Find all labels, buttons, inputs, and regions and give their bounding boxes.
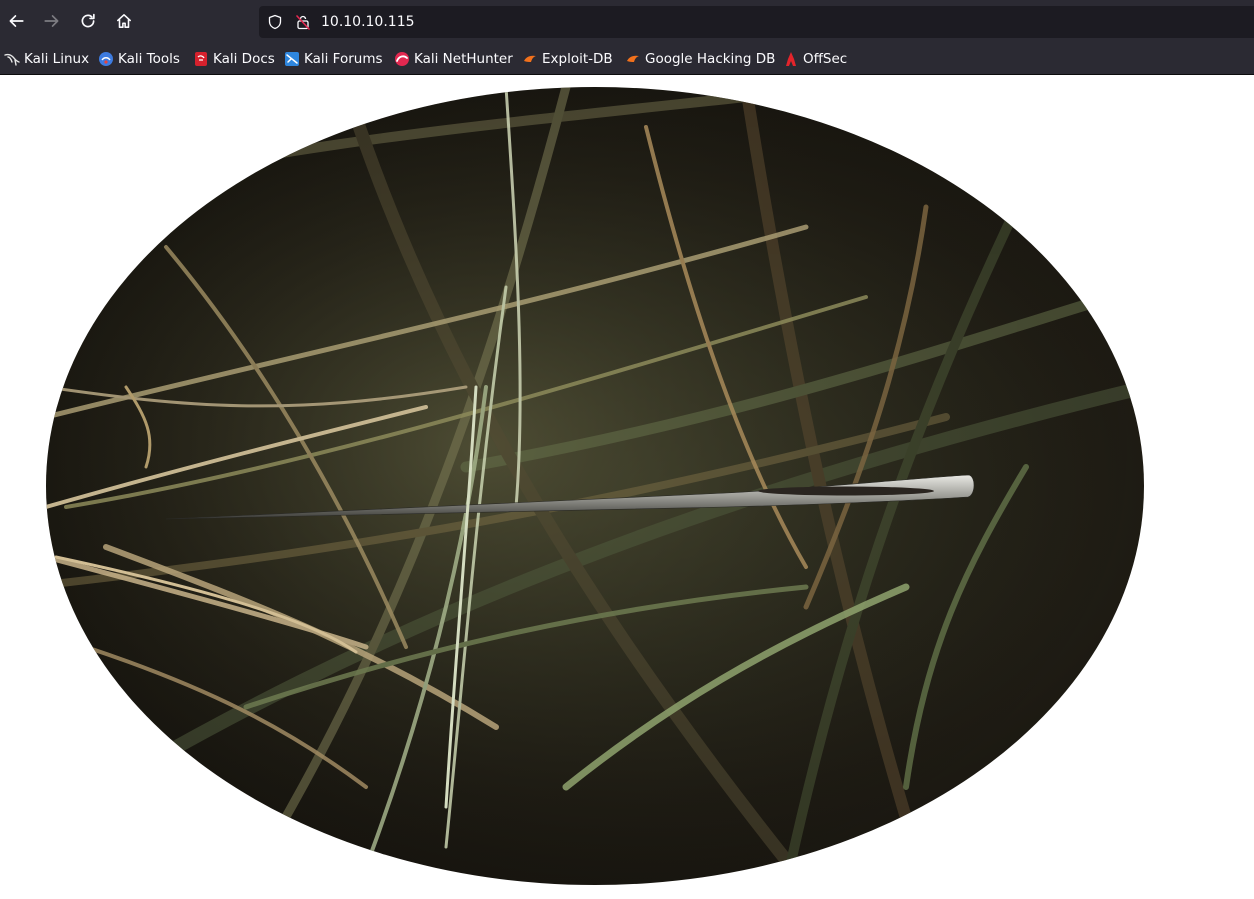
arrow-left-icon [9, 15, 24, 27]
page-content [0, 75, 1254, 899]
bookmark-kali-linux[interactable]: Kali Linux [4, 48, 89, 70]
bookmark-kali-nethunter[interactable]: Kali NetHunter [394, 48, 513, 70]
home-button[interactable] [110, 7, 138, 35]
bookmarks-bar: Kali Linux Kali Tools Kali Docs Kali For… [0, 42, 1254, 75]
kali-dragon-icon [4, 53, 20, 66]
kali-docs-icon [195, 52, 207, 66]
offsec-icon [786, 52, 796, 66]
shield-icon[interactable] [267, 14, 283, 30]
kali-nethunter-icon [395, 52, 409, 66]
url-text[interactable]: 10.10.10.115 [321, 13, 415, 31]
bookmark-kali-forums[interactable]: Kali Forums [284, 48, 383, 70]
bookmark-kali-docs[interactable]: Kali Docs [193, 48, 275, 70]
bookmark-google-hacking-db[interactable]: Google Hacking DB [625, 48, 775, 70]
bookmark-label: OffSec [803, 51, 848, 67]
needle-in-haystack-image [46, 87, 1144, 885]
bookmark-label: Google Hacking DB [645, 51, 776, 67]
exploit-db-icon [524, 55, 536, 62]
bookmark-label: Kali Tools [118, 51, 180, 67]
kali-forums-icon [285, 52, 299, 66]
url-bar[interactable]: 10.10.10.115 [259, 6, 1254, 38]
browser-toolbar: 10.10.10.115 [0, 0, 1254, 42]
bookmark-exploit-db[interactable]: Exploit-DB [522, 48, 613, 70]
home-icon [117, 14, 131, 28]
reload-icon [81, 13, 95, 28]
bookmark-label: Kali Docs [213, 51, 275, 67]
bookmark-label: Kali Linux [24, 51, 90, 67]
bookmark-label: Kali NetHunter [414, 51, 513, 67]
ghdb-icon [627, 55, 639, 62]
bookmark-offsec[interactable]: OffSec [783, 48, 847, 70]
bookmark-kali-tools[interactable]: Kali Tools [98, 48, 180, 70]
forward-button[interactable] [38, 7, 66, 35]
insecure-lock-icon[interactable] [295, 14, 311, 30]
arrow-right-icon [44, 15, 59, 27]
kali-tools-icon [99, 52, 113, 66]
back-button[interactable] [2, 7, 30, 35]
bookmark-label: Kali Forums [304, 51, 383, 67]
reload-button[interactable] [74, 7, 102, 35]
haystack-illustration [46, 87, 1144, 885]
bookmark-label: Exploit-DB [542, 51, 613, 67]
